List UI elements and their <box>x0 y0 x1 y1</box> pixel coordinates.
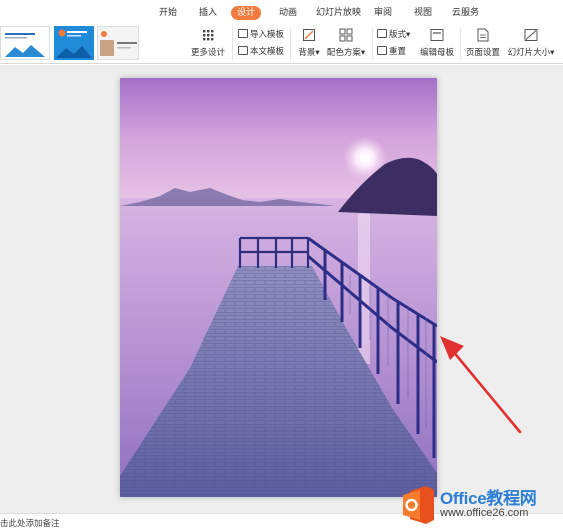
theme-thumbnail-2[interactable] <box>54 26 94 60</box>
reset-icon <box>377 46 387 55</box>
template-icon <box>238 46 248 55</box>
background-icon <box>303 29 315 41</box>
page-setup-label: 页面设置 <box>465 48 500 58</box>
slide-size-button[interactable]: 幻灯片大小▾ <box>505 27 557 61</box>
color-scheme-icon <box>339 28 353 42</box>
edit-master-icon <box>430 29 444 41</box>
theme-thumbnail-1[interactable] <box>0 26 50 60</box>
menu-bar: 开始 插入 设计 动画 幻灯片放映 审阅 视图 云服务 <box>0 0 563 24</box>
notes-placeholder[interactable]: 击此处添加备注 <box>0 517 60 529</box>
text-template-label: 本文模板 <box>250 47 285 57</box>
color-scheme-label: 配色方案 <box>326 48 361 58</box>
edit-master-button[interactable]: 编辑母板 <box>418 27 456 61</box>
reset-button[interactable]: 重置 <box>377 45 406 59</box>
watermark-url: www.office26.com <box>440 507 529 519</box>
grid-icon <box>203 30 214 41</box>
annotation-arrow-icon <box>440 336 522 434</box>
ribbon-divider <box>290 28 291 60</box>
design-ribbon: 更多设计 导入模板 本文模板 背景▾ 配色方案▾ 版式▾ 重置 编辑母板 页面设… <box>0 24 563 64</box>
template-icon <box>238 29 248 38</box>
tab-home[interactable]: 开始 <box>153 6 183 20</box>
slide-size-label: 幻灯片大小 <box>507 48 551 58</box>
reset-label: 重置 <box>389 47 407 57</box>
tab-animation[interactable]: 动画 <box>273 6 303 20</box>
edit-master-label: 编辑母板 <box>419 48 454 58</box>
layout-icon <box>377 29 387 38</box>
pier-sunset-image <box>120 78 437 497</box>
text-template-button[interactable]: 本文模板 <box>238 45 284 59</box>
more-design-button[interactable]: 更多设计 <box>190 27 226 61</box>
page-setup-icon <box>477 28 489 42</box>
slide-size-icon <box>524 29 538 41</box>
tab-insert[interactable]: 插入 <box>193 6 223 20</box>
layout-label: 版式 <box>389 30 407 40</box>
watermark-title: Office教程网 <box>440 489 537 508</box>
tab-view[interactable]: 视图 <box>408 6 438 20</box>
page-setup-button[interactable]: 页面设置 <box>464 27 502 61</box>
tab-slideshow[interactable]: 幻灯片放映 <box>310 6 367 20</box>
tab-cloud-service[interactable]: 云服务 <box>446 6 485 20</box>
tab-review[interactable]: 审阅 <box>368 6 398 20</box>
color-scheme-button[interactable]: 配色方案▾ <box>326 27 366 61</box>
ribbon-divider <box>372 28 373 60</box>
import-template-button[interactable]: 导入模板 <box>238 28 284 42</box>
slide-workspace <box>0 65 563 513</box>
background-button[interactable]: 背景▾ <box>296 27 322 61</box>
site-watermark: Office教程网 www.office26.com <box>398 483 563 527</box>
ribbon-divider <box>232 28 233 60</box>
slide-canvas[interactable] <box>120 78 437 497</box>
ribbon-divider <box>460 28 461 60</box>
tab-design[interactable]: 设计 <box>231 6 262 20</box>
more-design-label: 更多设计 <box>190 48 225 58</box>
import-template-label: 导入模板 <box>250 30 285 40</box>
layout-button[interactable]: 版式▾ <box>377 28 410 42</box>
office-logo-icon <box>403 486 434 524</box>
background-label: 背景 <box>298 48 316 58</box>
theme-thumbnail-3[interactable] <box>97 26 139 60</box>
